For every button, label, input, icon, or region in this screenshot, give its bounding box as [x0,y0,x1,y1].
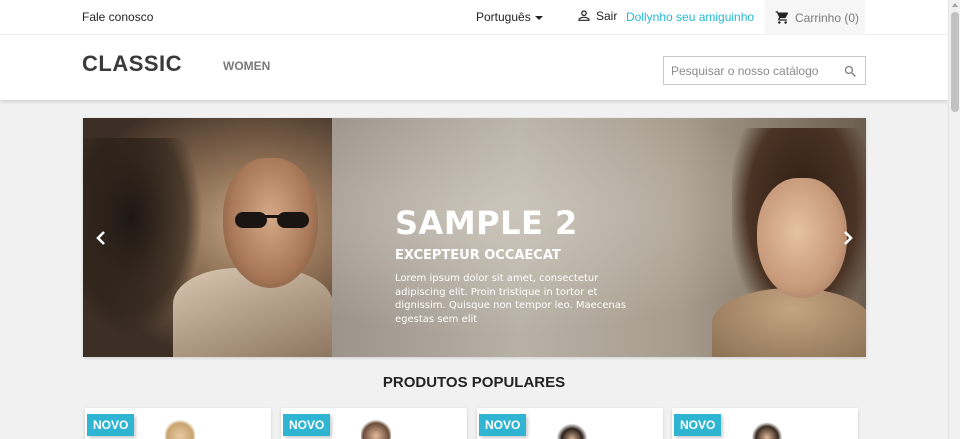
popular-products-title: PRODUTOS POPULARES [382,374,566,391]
logout-label: Sair [596,9,618,23]
contact-link[interactable]: Fale conosco [82,10,153,24]
chevron-down-icon [534,15,543,20]
user-icon [578,10,590,21]
product-card[interactable]: NOVO [672,408,858,439]
slide-subtitle: EXCEPTEUR OCCAECAT [395,248,561,263]
account-link[interactable]: Dollynho seu amiguinho [626,10,754,24]
new-badge: NOVO [674,414,722,436]
product-image[interactable] [752,418,782,439]
language-selector[interactable]: Português [476,10,543,24]
cart-icon [775,11,789,24]
menu-item-women[interactable]: WOMEN [223,59,270,73]
store-logo[interactable]: CLASSIC [82,51,182,77]
hero-slider: SAMPLE 2 EXCEPTEUR OCCAECAT Lorem ipsum … [83,118,866,357]
scroll-up-icon[interactable] [952,3,958,7]
scrollbar-thumb[interactable] [951,12,959,112]
slide-image-man [83,118,333,357]
top-nav: Fale conosco Português Sair Dollynho seu… [0,0,948,35]
slide-text: Lorem ipsum dolor sit amet, consectetur … [395,273,627,325]
slide-caption: SAMPLE 2 EXCEPTEUR OCCAECAT Lorem ipsum … [395,204,635,326]
new-badge: NOVO [87,414,135,436]
search-input[interactable] [671,64,836,78]
cart-label: Carrinho (0) [795,10,860,25]
new-badge: NOVO [283,414,331,436]
search-box [663,56,866,85]
product-card[interactable]: NOVO [477,408,663,439]
logout-link[interactable]: Sair [577,9,617,23]
chevron-right-icon[interactable] [840,230,856,246]
product-image[interactable] [361,418,391,439]
main-header: CLASSIC WOMEN [0,35,948,100]
chevron-left-icon[interactable] [93,230,109,246]
slide-title: SAMPLE 2 [395,204,578,242]
product-image[interactable] [165,418,195,439]
product-card[interactable]: NOVO [85,408,271,439]
cart-button[interactable]: Carrinho (0) [765,0,865,35]
product-image[interactable] [557,418,587,439]
language-label: Português [476,10,531,24]
product-card[interactable]: NOVO [281,408,467,439]
new-badge: NOVO [479,414,527,436]
search-icon[interactable] [843,64,858,79]
page-scrollbar[interactable] [948,0,960,439]
